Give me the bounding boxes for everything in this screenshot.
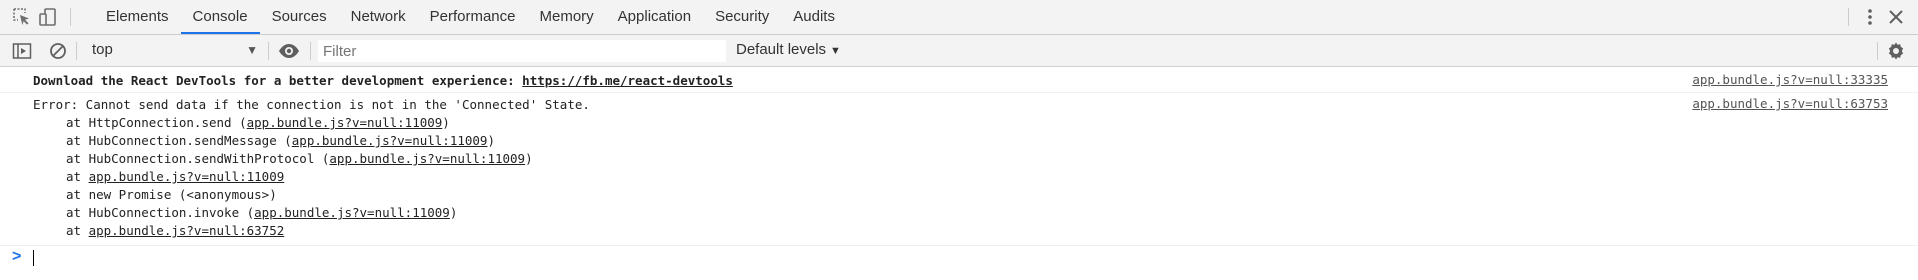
gear-icon[interactable] [1886,41,1906,61]
console-messages: Download the React DevTools for a better… [0,67,1918,246]
tab-network[interactable]: Network [339,0,418,34]
context-selector[interactable]: top ▼ [84,39,258,61]
log-levels-label: Default levels [736,41,827,58]
tab-performance[interactable]: Performance [418,0,528,34]
console-toolbar: top ▼ Default levels▼ [0,35,1918,67]
stack-frame: at app.bundle.js?v=null:63752 [66,223,285,238]
stack-frame: at app.bundle.js?v=null:11009 [66,169,285,184]
device-toolbar-icon[interactable] [38,7,58,27]
close-icon[interactable] [1886,7,1906,27]
eye-icon[interactable] [278,41,300,61]
message-text: Download the React DevTools for a better… [33,73,733,88]
error-text: Error: Cannot send data if the connectio… [33,97,590,112]
tab-security[interactable]: Security [703,0,781,34]
devtools-tab-bar: Elements Console Sources Network Perform… [0,0,1918,35]
tab-application[interactable]: Application [606,0,703,34]
toolbar-divider [268,42,269,60]
console-prompt[interactable]: > [0,246,1918,270]
stack-frame-link[interactable]: app.bundle.js?v=null:11009 [292,133,488,148]
clear-console-icon[interactable] [48,41,68,61]
message-link[interactable]: https://fb.me/react-devtools [522,73,733,88]
console-message: Download the React DevTools for a better… [0,67,1918,93]
dropdown-arrow-icon: ▼ [830,45,841,57]
console-error-message: Error: Cannot send data if the connectio… [0,93,1918,246]
stack-frame: at HubConnection.sendWithProtocol (app.b… [66,151,533,166]
stack-frame: at HttpConnection.send (app.bundle.js?v=… [66,115,450,130]
stack-frame: at HubConnection.sendMessage (app.bundle… [66,133,495,148]
filter-input[interactable] [318,40,726,62]
toolbar-divider [1877,42,1878,60]
toolbar-divider [70,8,71,26]
stack-frame-link[interactable]: app.bundle.js?v=null:63752 [89,223,285,238]
stack-frame-link[interactable]: app.bundle.js?v=null:11009 [254,205,450,220]
inspect-element-icon[interactable] [12,7,32,27]
toolbar-divider [1848,8,1849,26]
more-vertical-icon[interactable] [1860,7,1880,27]
dropdown-arrow-icon: ▼ [246,43,258,57]
message-source-link[interactable]: app.bundle.js?v=null:63753 [1692,96,1888,111]
toolbar-divider [76,42,77,60]
stack-frame-link[interactable]: app.bundle.js?v=null:11009 [89,169,285,184]
tab-memory[interactable]: Memory [528,0,606,34]
tab-sources[interactable]: Sources [260,0,339,34]
toolbar-divider [310,42,311,60]
log-levels-dropdown[interactable]: Default levels ▼ [736,39,841,61]
context-value: top [92,41,113,58]
stack-frame: at HubConnection.invoke (app.bundle.js?v… [66,205,458,220]
tab-elements[interactable]: Elements [94,0,181,34]
message-source-link[interactable]: app.bundle.js?v=null:33335 [1692,72,1888,87]
panel-tabs: Elements Console Sources Network Perform… [94,0,847,35]
tab-audits[interactable]: Audits [781,0,847,34]
stack-frame-link[interactable]: app.bundle.js?v=null:11009 [329,151,525,166]
prompt-chevron-icon: > [12,248,22,265]
stack-frame-link[interactable]: app.bundle.js?v=null:11009 [247,115,443,130]
text-caret [33,250,34,266]
sidebar-toggle-icon[interactable] [12,41,32,61]
tab-console[interactable]: Console [180,0,260,34]
stack-frame: at new Promise (<anonymous>) [66,187,277,202]
